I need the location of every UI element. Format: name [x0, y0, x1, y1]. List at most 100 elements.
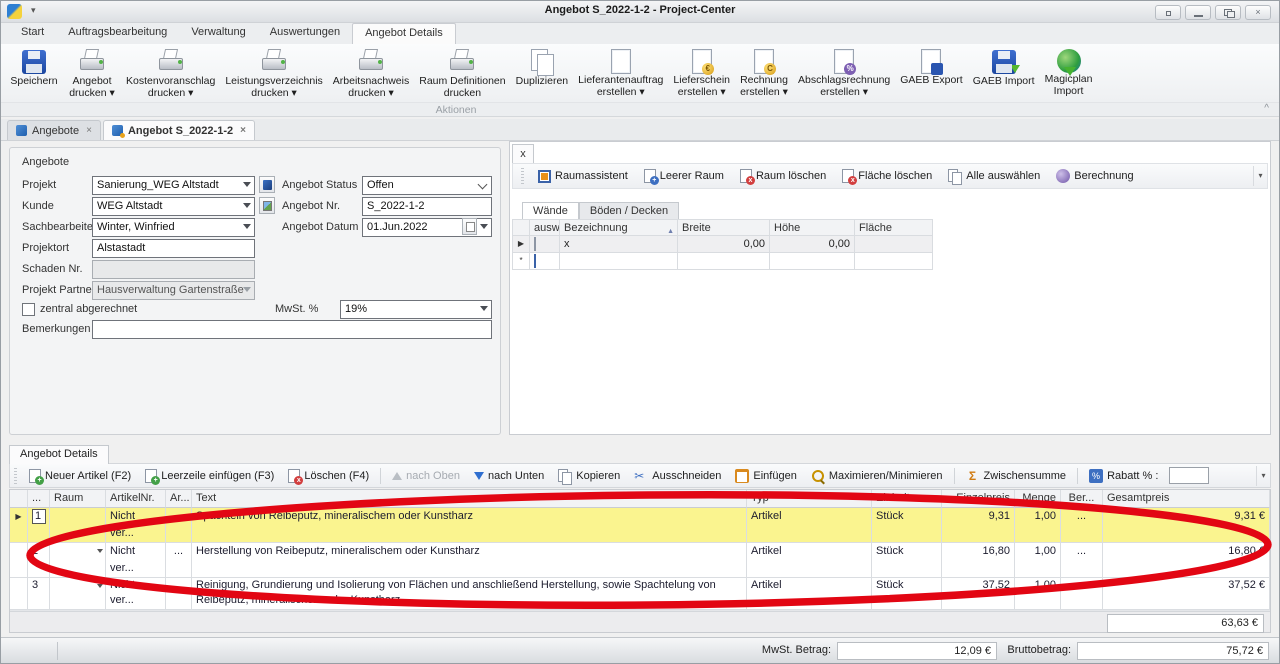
close-tab-icon[interactable]: ×: [86, 125, 92, 136]
restore-button[interactable]: [1215, 5, 1241, 20]
sigma-icon: Σ: [966, 469, 980, 483]
raum-loeschen-button[interactable]: xRaum löschen: [734, 167, 832, 185]
minimize-button[interactable]: [1185, 5, 1211, 20]
flaeche-loeschen-button[interactable]: xFläche löschen: [836, 167, 938, 185]
content-area: Angebote Projekt Sanierung_WEG Altstadt …: [1, 141, 1279, 441]
maximieren-minimieren-button[interactable]: Maximieren/Minimieren: [805, 467, 949, 485]
toolbar-options-caret-icon[interactable]: ▾: [1253, 166, 1267, 186]
berechnung-button[interactable]: Berechnung: [1050, 167, 1139, 185]
alle-auswaehlen-button[interactable]: Alle auswählen: [942, 167, 1046, 185]
caret-down-icon[interactable]: [243, 224, 251, 229]
angebot-nr-field[interactable]: S_2022-1-2: [362, 197, 492, 216]
raum-caret-down-icon[interactable]: [97, 549, 103, 553]
leerer-raum-button[interactable]: +Leerer Raum: [638, 167, 730, 185]
ribbon-tab-auftragsbearbeitung[interactable]: Auftragsbearbeitung: [56, 23, 179, 44]
caret-down-icon[interactable]: [243, 203, 251, 208]
caret-down-icon[interactable]: [480, 306, 488, 311]
raumassistent-button[interactable]: Raumassistent: [532, 168, 634, 185]
angebot-drucken-button[interactable]: Angebotdrucken ▾: [63, 46, 121, 100]
tab-boeden-decken[interactable]: Böden / Decken: [579, 202, 679, 220]
projektort-label: Projektort: [22, 239, 69, 257]
toolbar-grip[interactable]: [14, 468, 17, 484]
raum-definitionen-drucken-button[interactable]: Raum Definitionendrucken: [414, 46, 510, 100]
bruttobetrag-field: 75,72 €: [1077, 642, 1269, 660]
row-checkbox[interactable]: [534, 237, 536, 251]
sachbearbeiter-combobox[interactable]: Winter, Winfried: [92, 218, 255, 237]
new-row-checkbox-icon[interactable]: [534, 254, 536, 268]
arrow-up-icon: [392, 472, 402, 480]
einfuegen-button[interactable]: Einfügen: [729, 467, 802, 485]
magicplan-import-button[interactable]: MagicplanImport: [1040, 46, 1098, 98]
neuer-artikel-button[interactable]: +Neuer Artikel (F2): [23, 467, 137, 485]
ribbon-tab-start[interactable]: Start: [9, 23, 56, 44]
loeschen-button[interactable]: xLöschen (F4): [282, 467, 375, 485]
ribbon-tab-angebot-details[interactable]: Angebot Details: [352, 23, 456, 44]
zwischensumme-button[interactable]: ΣZwischensumme: [960, 467, 1073, 485]
compress-window-button[interactable]: [1155, 5, 1181, 20]
kopieren-button[interactable]: Kopieren: [552, 467, 626, 485]
tab-waende[interactable]: Wände: [522, 202, 579, 220]
angebot-tab-icon: [112, 125, 123, 136]
kunde-lookup-button[interactable]: [259, 197, 275, 214]
details-grid-row-3[interactable]: 3 Nicht ver... ... Reinigung, Grundierun…: [10, 578, 1270, 610]
caret-down-icon[interactable]: [480, 224, 488, 229]
rechnung-erstellen-button[interactable]: C Rechnungerstellen ▾: [735, 46, 793, 99]
article-ellipsis-button[interactable]: ...: [166, 508, 192, 543]
new-article-icon: +: [29, 469, 41, 483]
walls-grid-row[interactable]: ▶ x 0,00 0,00: [512, 236, 933, 253]
angebot-details-tab[interactable]: Angebot Details: [9, 445, 109, 464]
walls-grid-new-row[interactable]: *: [512, 253, 933, 270]
details-grid-header: ... Raum ArtikelNr. Ar... Text Typ Einhe…: [10, 490, 1270, 508]
kunde-combobox[interactable]: WEG Altstadt: [92, 197, 255, 216]
toolbar-options-caret-icon[interactable]: ▾: [1256, 466, 1270, 486]
article-ellipsis-button[interactable]: ...: [166, 543, 192, 578]
globe-import-icon: [1057, 49, 1081, 73]
calc-ellipsis-button[interactable]: ...: [1061, 543, 1103, 578]
mwst-betrag-field: 12,09 €: [837, 642, 997, 660]
date-picker-button[interactable]: [462, 218, 477, 235]
projekt-label: Projekt: [22, 176, 56, 194]
toolbar-grip[interactable]: [521, 168, 524, 184]
add-room-icon: +: [644, 169, 656, 183]
lieferschein-erstellen-button[interactable]: € Lieferscheinerstellen ▾: [668, 46, 735, 99]
speichern-button[interactable]: Speichern: [5, 46, 63, 88]
projektort-field[interactable]: Alstastadt: [92, 239, 255, 258]
ribbon-tab-verwaltung[interactable]: Verwaltung: [179, 23, 257, 44]
lieferantenauftrag-erstellen-button[interactable]: Lieferantenauftragerstellen ▾: [573, 46, 668, 99]
bemerkungen-field[interactable]: [92, 320, 492, 339]
angebot-status-combobox[interactable]: Offen: [362, 176, 492, 195]
caret-down-icon[interactable]: [243, 182, 251, 187]
rabatt-input[interactable]: [1169, 467, 1209, 484]
details-grid-row-1[interactable]: ▶ 1 Nicht ver... ... Spachteln von Reibe…: [10, 508, 1270, 543]
duplizieren-button[interactable]: Duplizieren: [511, 46, 574, 88]
ausschneiden-button[interactable]: ✂Ausschneiden: [628, 467, 727, 485]
angebot-datum-field[interactable]: 01.Jun.2022: [362, 218, 492, 237]
arbeitsnachweis-drucken-button[interactable]: Arbeitsnachweisdrucken ▾: [328, 46, 414, 100]
room-panel-tab[interactable]: x: [512, 144, 534, 163]
status-bar: MwSt. Betrag: 12,09 € Bruttobetrag: 75,7…: [1, 637, 1279, 663]
collapse-ribbon-icon[interactable]: ^: [1264, 103, 1269, 114]
close-button[interactable]: ×: [1245, 5, 1271, 20]
mwst-combobox[interactable]: 19%: [340, 300, 492, 319]
projekt-combobox[interactable]: Sanierung_WEG Altstadt: [92, 176, 255, 195]
article-ellipsis-button[interactable]: ...: [166, 578, 192, 610]
ribbon-tab-auswertungen[interactable]: Auswertungen: [258, 23, 352, 44]
gaeb-export-button[interactable]: GAEB Export: [895, 46, 967, 87]
details-grid-row-2[interactable]: 2 Nicht ver... ... Herstellung von Reibe…: [10, 543, 1270, 578]
tab-angebot-s-2022-1-2[interactable]: Angebot S_2022-1-2 ×: [103, 120, 255, 140]
close-tab-icon[interactable]: ×: [240, 125, 246, 136]
calc-ellipsis-button[interactable]: ...: [1061, 578, 1103, 610]
raum-caret-down-icon[interactable]: [97, 584, 103, 588]
abschlagsrechnung-erstellen-button[interactable]: % Abschlagsrechnungerstellen ▾: [793, 46, 895, 99]
leerzeile-einfuegen-button[interactable]: +Leerzeile einfügen (F3): [139, 467, 280, 485]
calc-ellipsis-button[interactable]: ...: [1061, 508, 1103, 543]
tab-angebote[interactable]: Angebote ×: [7, 120, 101, 140]
room-toolbar: Raumassistent +Leerer Raum xRaum löschen…: [512, 163, 1268, 189]
gaeb-import-button[interactable]: GAEB Import: [968, 46, 1040, 88]
kostenvoranschlag-drucken-button[interactable]: Kostenvoranschlagdrucken ▾: [121, 46, 220, 100]
projekt-lookup-button[interactable]: [259, 176, 275, 193]
nach-unten-button[interactable]: nach Unten: [468, 468, 550, 484]
zentral-abgerechnet-checkbox[interactable]: [22, 303, 35, 316]
chevron-down-icon[interactable]: [478, 180, 488, 190]
leistungsverzeichnis-drucken-button[interactable]: Leistungsverzeichnisdrucken ▾: [220, 46, 327, 100]
